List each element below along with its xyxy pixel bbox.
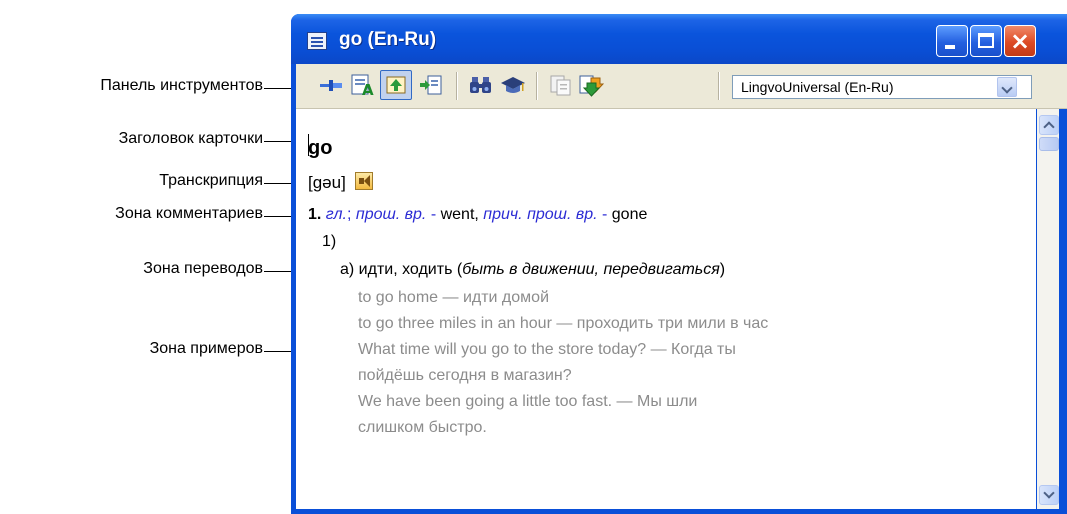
callout-examples-zone: Зона примеров <box>149 340 263 357</box>
insert-page-icon[interactable] <box>418 73 444 97</box>
dash: - <box>602 206 608 223</box>
binoculars-icon[interactable] <box>468 73 494 97</box>
callout-comments-zone: Зона комментариев <box>115 205 263 222</box>
vertical-scrollbar[interactable] <box>1037 109 1059 509</box>
graduation-cap-icon[interactable] <box>500 73 526 97</box>
minimize-button[interactable] <box>936 25 968 57</box>
pin-icon[interactable] <box>318 73 344 97</box>
scroll-up-icon[interactable] <box>1039 115 1059 135</box>
translate-text-icon[interactable]: A <box>350 73 376 99</box>
separator: ; <box>346 206 352 223</box>
scrollbar-thumb[interactable] <box>1039 137 1059 151</box>
example-line: What time will you go to the store today… <box>358 341 736 358</box>
comments-zone: 1. гл.; прош. вр. - went, прич. прош. вр… <box>308 206 647 224</box>
svg-text:A: A <box>362 81 374 97</box>
callout-translations-zone: Зона переводов <box>143 260 263 277</box>
callout-toolbar: Панель инструментов <box>100 77 263 94</box>
translation-text: а) идти, ходить ( <box>340 261 463 278</box>
past-tense-form: went, <box>440 206 479 223</box>
sense-group-number: 1. <box>308 206 322 223</box>
toolbar-separator <box>718 72 719 100</box>
minimize-icon <box>945 45 955 49</box>
participle-form: gone <box>611 206 648 223</box>
dash: - <box>430 206 437 223</box>
callout-transcription: Транскрипция <box>159 172 263 189</box>
up-arrow-page-icon[interactable] <box>380 70 412 100</box>
card-window-icon[interactable] <box>307 32 327 50</box>
example-line: to go three miles in an hour — проходить… <box>358 315 769 332</box>
toolbar: A LingvoUniversal (En-Ru) <box>296 64 1067 109</box>
sense-number: 1) <box>322 233 337 250</box>
past-tense-label[interactable]: прош. вр. <box>356 206 426 223</box>
title-bar[interactable]: go (En-Ru) × <box>291 14 1067 64</box>
close-button[interactable]: × <box>1004 25 1036 57</box>
maximize-button[interactable] <box>970 25 1002 57</box>
card-content[interactable]: go [gəu] 1. гл.; прош. вр. - went, прич.… <box>296 109 1036 509</box>
example-line: пойдёшь сегодня в магазин? <box>358 367 572 384</box>
card-headword: go <box>308 137 333 159</box>
translation-suffix: ) <box>719 261 726 278</box>
chevron-down-icon[interactable] <box>997 77 1017 97</box>
green-download-arrows-icon[interactable] <box>578 73 605 97</box>
close-icon: × <box>1009 27 1031 55</box>
toolbar-separator <box>536 72 537 100</box>
transcription-text: [gəu] <box>308 173 346 192</box>
callout-card-header: Заголовок карточки <box>118 130 263 147</box>
copy-card-icon[interactable] <box>548 73 574 97</box>
maximize-icon <box>978 33 994 48</box>
dictionary-select-value: LingvoUniversal (En-Ru) <box>741 79 894 95</box>
speaker-icon[interactable] <box>355 172 373 190</box>
toolbar-separator <box>456 72 457 100</box>
dictionary-select[interactable]: LingvoUniversal (En-Ru) <box>732 75 1032 99</box>
participle-label[interactable]: прич. прош. вр. <box>483 206 597 223</box>
window-title: go (En-Ru) <box>339 29 437 50</box>
part-of-speech-label[interactable]: гл. <box>326 206 347 223</box>
example-line: слишком быстро. <box>358 419 487 436</box>
example-line: We have been going a little too fast. — … <box>358 393 698 410</box>
scroll-down-icon[interactable] <box>1039 485 1059 505</box>
translations-zone: а) идти, ходить (быть в движении, передв… <box>340 261 725 279</box>
lingvo-card-window: go (En-Ru) × A LingvoUniversal (En-Ru) g… <box>291 14 1067 514</box>
translation-comment: быть в движении, передвигаться <box>462 261 720 278</box>
example-line: to go home — идти домой <box>358 289 549 306</box>
